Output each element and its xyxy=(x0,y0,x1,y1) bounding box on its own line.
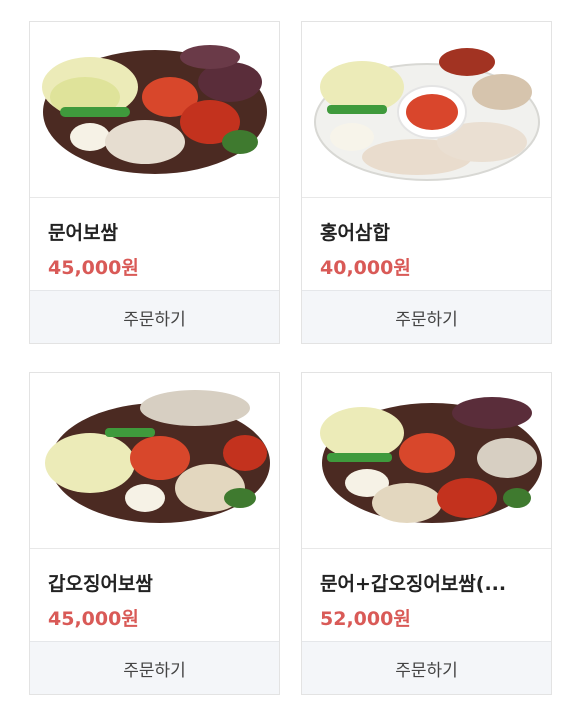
product-info: 갑오징어보쌈 45,000원 xyxy=(30,548,279,643)
product-image-cuttlefish-bossam[interactable] xyxy=(30,373,279,548)
product-card[interactable]: 문어+갑오징어보쌈(... 52,000원 주문하기 xyxy=(301,372,552,695)
order-button[interactable]: 주문하기 xyxy=(302,290,551,343)
order-button[interactable]: 주문하기 xyxy=(30,290,279,343)
product-name: 문어+갑오징어보쌈(... xyxy=(320,573,507,595)
product-image-octopus-bossam[interactable] xyxy=(30,22,279,197)
product-name: 홍어삼합 xyxy=(320,222,390,244)
product-card[interactable]: 홍어삼합 40,000원 주문하기 xyxy=(301,21,552,344)
product-info: 홍어삼합 40,000원 xyxy=(302,197,551,292)
product-price: 45,000원 xyxy=(48,257,139,279)
product-grid: 문어보쌈 45,000원 주문하기 홍어삼합 40,000원 주문하기 갑오징어… xyxy=(0,0,580,715)
order-button[interactable]: 주문하기 xyxy=(302,641,551,694)
product-image-skate-samhap[interactable] xyxy=(302,22,551,197)
product-price: 45,000원 xyxy=(48,608,139,630)
order-button[interactable]: 주문하기 xyxy=(30,641,279,694)
product-name: 갑오징어보쌈 xyxy=(48,573,153,595)
product-name: 문어보쌈 xyxy=(48,222,118,244)
product-price: 52,000원 xyxy=(320,608,411,630)
product-card[interactable]: 문어보쌈 45,000원 주문하기 xyxy=(29,21,280,344)
product-card[interactable]: 갑오징어보쌈 45,000원 주문하기 xyxy=(29,372,280,695)
product-image-octopus-cuttlefish-bossam[interactable] xyxy=(302,373,551,548)
product-info: 문어보쌈 45,000원 xyxy=(30,197,279,292)
product-price: 40,000원 xyxy=(320,257,411,279)
product-info: 문어+갑오징어보쌈(... 52,000원 xyxy=(302,548,551,643)
